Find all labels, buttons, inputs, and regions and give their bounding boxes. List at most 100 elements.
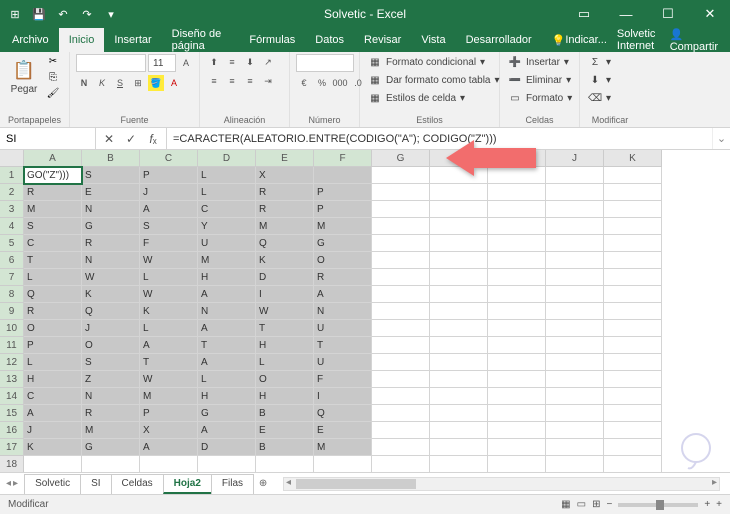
cell[interactable]: L <box>198 167 256 184</box>
cell[interactable] <box>430 286 488 303</box>
view-pagebreak-icon[interactable]: ⊞ <box>592 499 600 510</box>
cell[interactable] <box>372 337 430 354</box>
zoom-out-icon[interactable]: − <box>606 499 612 510</box>
cell[interactable]: G <box>82 218 140 235</box>
tell-me[interactable]: 💡 Indicar... <box>542 28 617 52</box>
maximize-icon[interactable]: ☐ <box>648 2 688 26</box>
row-header[interactable]: 2 <box>0 184 24 201</box>
formula-expand-icon[interactable]: ⌄ <box>712 128 730 149</box>
zoom-slider[interactable] <box>618 503 698 507</box>
cell[interactable]: W <box>140 286 198 303</box>
cell[interactable]: Q <box>82 303 140 320</box>
cell[interactable] <box>488 303 546 320</box>
font-color-icon[interactable]: A <box>166 75 182 91</box>
cell-styles-button[interactable]: ▦Estilos de celda ▾ <box>366 90 467 106</box>
cell[interactable] <box>604 439 662 456</box>
row-header[interactable]: 16 <box>0 422 24 439</box>
sheet-tab[interactable]: Hoja2 <box>163 474 212 494</box>
cell[interactable] <box>372 252 430 269</box>
cell[interactable] <box>604 252 662 269</box>
cell[interactable]: GO("Z"))) <box>24 167 82 184</box>
orientation-icon[interactable]: ↗ <box>260 54 276 70</box>
cell[interactable]: R <box>256 184 314 201</box>
column-header[interactable]: K <box>604 150 662 167</box>
cell[interactable]: D <box>198 439 256 456</box>
cell[interactable]: P <box>140 405 198 422</box>
cell[interactable] <box>488 184 546 201</box>
align-right-icon[interactable]: ≡ <box>242 73 258 89</box>
cell[interactable]: W <box>256 303 314 320</box>
cell[interactable]: M <box>140 388 198 405</box>
cell[interactable]: G <box>198 405 256 422</box>
cell[interactable] <box>488 252 546 269</box>
cell[interactable]: G <box>314 235 372 252</box>
format-painter-icon[interactable]: 🖌 <box>46 86 60 100</box>
cell[interactable]: X <box>256 167 314 184</box>
row-header[interactable]: 1 <box>0 167 24 184</box>
cell[interactable]: H <box>256 388 314 405</box>
cell[interactable]: A <box>198 422 256 439</box>
cell[interactable] <box>372 269 430 286</box>
cell[interactable]: B <box>256 439 314 456</box>
cell[interactable] <box>546 269 604 286</box>
column-header[interactable]: A <box>24 150 82 167</box>
align-middle-icon[interactable]: ≡ <box>224 54 240 70</box>
cancel-formula-icon[interactable]: ✕ <box>100 130 118 148</box>
insert-cells-button[interactable]: ➕Insertar ▾ <box>506 54 571 70</box>
cell[interactable]: R <box>314 269 372 286</box>
cut-icon[interactable]: ✂ <box>46 54 60 68</box>
cell[interactable]: Z <box>82 371 140 388</box>
cell[interactable]: P <box>314 184 372 201</box>
cell[interactable]: H <box>256 337 314 354</box>
cell[interactable]: O <box>82 337 140 354</box>
formula-input[interactable]: =CARACTER(ALEATORIO.ENTRE(CODIGO("A"); C… <box>167 128 712 149</box>
cell[interactable]: M <box>256 218 314 235</box>
cell[interactable] <box>372 320 430 337</box>
cell[interactable] <box>430 303 488 320</box>
cell[interactable]: K <box>24 439 82 456</box>
cell[interactable] <box>430 422 488 439</box>
cell[interactable] <box>604 388 662 405</box>
cell[interactable]: A <box>140 337 198 354</box>
cell[interactable]: L <box>256 354 314 371</box>
accept-formula-icon[interactable]: ✓ <box>122 130 140 148</box>
row-header[interactable]: 18 <box>0 456 24 472</box>
tab-formulas[interactable]: Fórmulas <box>239 28 305 52</box>
delete-cells-button[interactable]: ➖Eliminar ▾ <box>506 72 573 88</box>
view-normal-icon[interactable]: ▦ <box>561 499 570 510</box>
cell[interactable] <box>372 235 430 252</box>
cell[interactable] <box>372 303 430 320</box>
copy-icon[interactable]: ⎘ <box>46 70 60 84</box>
clear-button[interactable]: ⌫▾ <box>586 90 613 106</box>
cell[interactable] <box>314 167 372 184</box>
border-icon[interactable]: ⊞ <box>130 75 146 91</box>
cell[interactable]: H <box>198 269 256 286</box>
number-format-select[interactable] <box>296 54 354 72</box>
cell[interactable]: K <box>82 286 140 303</box>
spreadsheet-grid[interactable]: ABCDEFGHIJK1GO("Z")))SPLX2REJLRP3MNACRP4… <box>0 150 730 472</box>
cell[interactable]: P <box>24 337 82 354</box>
account-name[interactable]: Solvetic Internet <box>617 28 664 52</box>
cell[interactable]: A <box>198 320 256 337</box>
cell[interactable]: E <box>256 422 314 439</box>
cell[interactable]: T <box>256 320 314 337</box>
cell[interactable] <box>546 388 604 405</box>
cell[interactable] <box>546 337 604 354</box>
cell[interactable] <box>430 337 488 354</box>
cell[interactable] <box>430 252 488 269</box>
tab-page-layout[interactable]: Diseño de página <box>162 28 240 52</box>
row-header[interactable]: 9 <box>0 303 24 320</box>
row-header[interactable]: 13 <box>0 371 24 388</box>
cell[interactable]: L <box>140 320 198 337</box>
row-header[interactable]: 11 <box>0 337 24 354</box>
cell[interactable]: N <box>198 303 256 320</box>
cell[interactable]: O <box>24 320 82 337</box>
cell[interactable] <box>604 371 662 388</box>
cell[interactable]: C <box>198 201 256 218</box>
tab-data[interactable]: Datos <box>305 28 354 52</box>
cell[interactable] <box>372 184 430 201</box>
cell[interactable]: A <box>140 439 198 456</box>
cell[interactable] <box>430 456 488 472</box>
cell[interactable] <box>430 354 488 371</box>
cell[interactable] <box>372 201 430 218</box>
